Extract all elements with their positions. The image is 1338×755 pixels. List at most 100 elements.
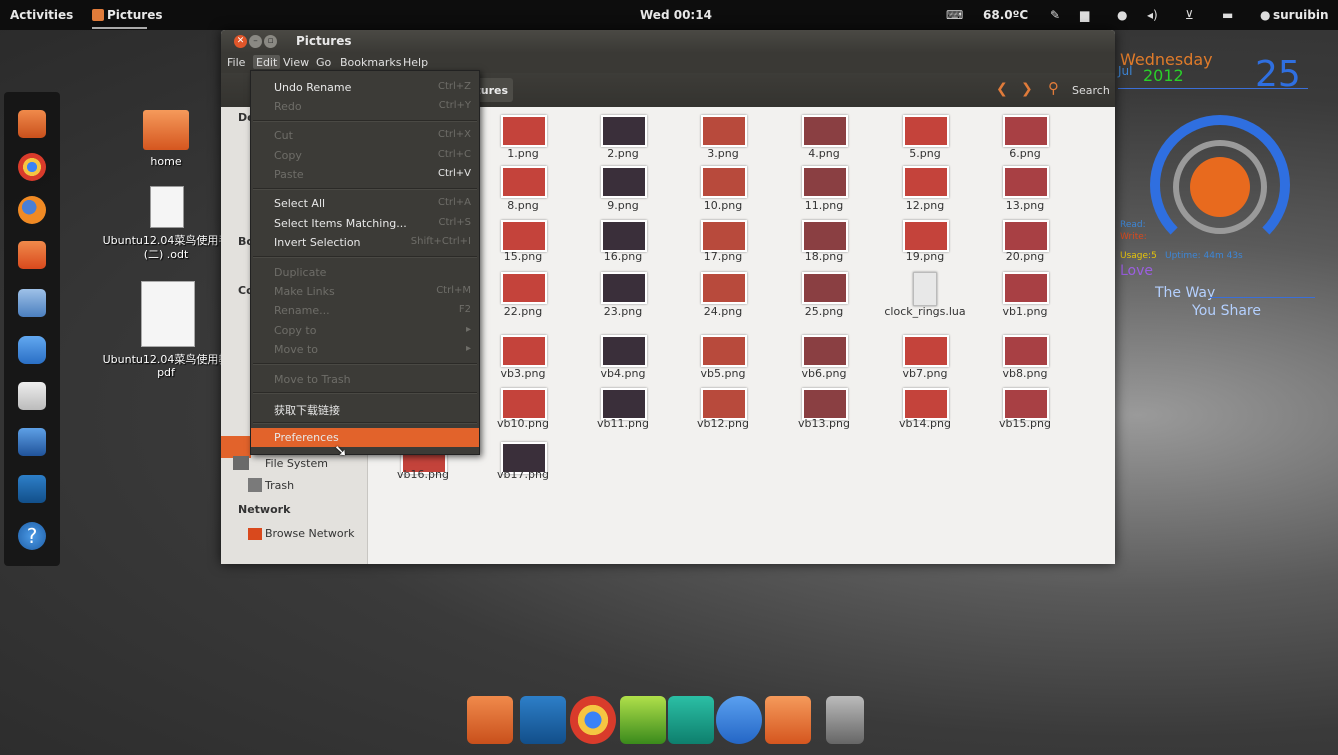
file-thumbnail[interactable]: [601, 220, 647, 252]
help-icon[interactable]: ?: [18, 522, 46, 550]
file-thumbnail[interactable]: [903, 115, 949, 147]
file-thumbnail[interactable]: [601, 388, 647, 420]
file-thumbnail[interactable]: [802, 388, 848, 420]
network-icon[interactable]: ⊻: [1185, 8, 1194, 22]
menu-item-get-download-link[interactable]: 获取下载链接: [251, 399, 479, 418]
dock-b-icon[interactable]: [716, 696, 762, 744]
dock-home-folder-icon[interactable]: [765, 696, 811, 744]
file-thumbnail[interactable]: [1003, 115, 1049, 147]
menu-view[interactable]: View: [283, 56, 309, 69]
folder-icon[interactable]: ▆: [1080, 8, 1089, 22]
file-thumbnail[interactable]: [802, 220, 848, 252]
menu-item-make-links[interactable]: Make Links Ctrl+M: [251, 282, 479, 301]
menu-item-invert-selection[interactable]: Invert Selection Shift+Ctrl+I: [251, 233, 479, 252]
file-thumbnail[interactable]: [501, 220, 547, 252]
keyboard-icon[interactable]: ⌨: [946, 8, 963, 22]
file-thumbnail[interactable]: [501, 388, 547, 420]
file-thumbnail[interactable]: [1003, 166, 1049, 198]
menu-item-duplicate[interactable]: Duplicate: [251, 263, 479, 282]
menu-help[interactable]: Help: [403, 56, 428, 69]
dock-anchor-icon[interactable]: [467, 696, 513, 744]
software-center-icon[interactable]: [18, 241, 46, 269]
menu-bookmarks[interactable]: Bookmarks: [340, 56, 401, 69]
volume-icon[interactable]: ◂): [1147, 8, 1158, 22]
libreoffice-writer-icon[interactable]: [18, 475, 46, 503]
close-button[interactable]: ✕: [234, 35, 247, 48]
file-thumbnail[interactable]: [903, 166, 949, 198]
file-thumbnail[interactable]: [802, 166, 848, 198]
menu-item-move-to[interactable]: Move to ▸: [251, 340, 479, 359]
title-bar[interactable]: ✕ – ▫ Pictures: [221, 30, 1115, 53]
menu-item-move-to-trash[interactable]: Move to Trash: [251, 370, 479, 389]
sidebar-selected-pictures[interactable]: [221, 436, 251, 458]
file-thumbnail[interactable]: [701, 272, 747, 304]
file-thumbnail[interactable]: [501, 166, 547, 198]
minimize-button[interactable]: –: [249, 35, 262, 48]
app-menu-pictures[interactable]: Pictures: [107, 8, 163, 22]
menu-item-copy-to[interactable]: Copy to ▸: [251, 321, 479, 340]
file-thumbnail[interactable]: [903, 220, 949, 252]
file-thumbnail[interactable]: [501, 115, 547, 147]
file-thumbnail[interactable]: [701, 166, 747, 198]
clock[interactable]: Wed 00:14: [640, 8, 712, 22]
desktop-pdf-document[interactable]: [141, 281, 195, 347]
search-button-label[interactable]: Search: [1072, 84, 1110, 97]
menu-item-rename[interactable]: Rename... F2: [251, 301, 479, 320]
firefox-icon[interactable]: [18, 196, 46, 224]
dock-writer-icon[interactable]: [520, 696, 566, 744]
file-thumbnail[interactable]: [501, 272, 547, 304]
image-viewer-icon[interactable]: [18, 428, 46, 456]
menu-item-copy[interactable]: Copy Ctrl+C: [251, 146, 479, 165]
file-thumbnail[interactable]: [1003, 335, 1049, 367]
file-thumbnail[interactable]: [701, 220, 747, 252]
menu-item-redo[interactable]: Redo Ctrl+Y: [251, 97, 479, 116]
file-thumbnail[interactable]: [701, 115, 747, 147]
maximize-button[interactable]: ▫: [264, 35, 277, 48]
file-thumbnail[interactable]: [1003, 388, 1049, 420]
dock-chrome-icon[interactable]: [570, 696, 616, 744]
file-thumbnail[interactable]: [1003, 272, 1049, 304]
menu-file[interactable]: File: [227, 56, 245, 69]
file-thumbnail[interactable]: [601, 115, 647, 147]
search-icon[interactable]: ⚲: [1048, 79, 1059, 97]
user-menu[interactable]: suruibin: [1273, 8, 1329, 22]
file-thumbnail[interactable]: [802, 335, 848, 367]
file-thumbnail[interactable]: [501, 335, 547, 367]
weather-icon[interactable]: ✎: [1050, 8, 1060, 22]
chrome-icon[interactable]: [18, 153, 46, 181]
desktop-odt-document[interactable]: [150, 186, 184, 228]
user-status-icon[interactable]: ●: [1260, 8, 1270, 22]
file-thumbnail[interactable]: [601, 335, 647, 367]
sidebar-item-trash[interactable]: Trash: [265, 479, 294, 492]
file-thumbnail[interactable]: [903, 335, 949, 367]
accessibility-icon[interactable]: ●: [1117, 8, 1127, 22]
rhythmbox-icon[interactable]: [18, 382, 46, 410]
file-thumbnail[interactable]: [701, 388, 747, 420]
dock-m-icon[interactable]: [668, 696, 714, 744]
file-thumbnail[interactable]: [802, 272, 848, 304]
back-arrow-icon[interactable]: ❮: [996, 81, 1008, 97]
file-thumbnail[interactable]: [1003, 220, 1049, 252]
menu-item-select-items-matching[interactable]: Select Items Matching... Ctrl+S: [251, 214, 479, 233]
file-thumbnail[interactable]: [913, 272, 937, 306]
menu-go[interactable]: Go: [316, 56, 331, 69]
activities-button[interactable]: Activities: [10, 8, 73, 22]
sidebar-item-file-system[interactable]: File System: [265, 457, 328, 470]
file-thumbnail[interactable]: [601, 272, 647, 304]
forward-arrow-icon[interactable]: ❯: [1021, 81, 1033, 97]
file-thumbnail[interactable]: [802, 115, 848, 147]
file-thumbnail[interactable]: [701, 335, 747, 367]
menu-item-select-all[interactable]: Select All Ctrl+A: [251, 194, 479, 213]
menu-item-preferences[interactable]: Preferences: [251, 428, 479, 447]
menu-edit[interactable]: Edit: [253, 55, 281, 69]
chat-icon[interactable]: [18, 336, 46, 364]
menu-item-paste[interactable]: Paste Ctrl+V: [251, 165, 479, 184]
battery-icon[interactable]: ▬: [1222, 8, 1233, 22]
file-thumbnail[interactable]: [903, 388, 949, 420]
temperature-indicator[interactable]: 68.0ºC: [983, 8, 1028, 22]
file-thumbnail[interactable]: [601, 166, 647, 198]
dock-trash-icon[interactable]: [826, 696, 864, 744]
menu-item-cut[interactable]: Cut Ctrl+X: [251, 126, 479, 145]
desktop-home-folder[interactable]: [143, 110, 189, 150]
mail-icon[interactable]: [18, 289, 46, 317]
